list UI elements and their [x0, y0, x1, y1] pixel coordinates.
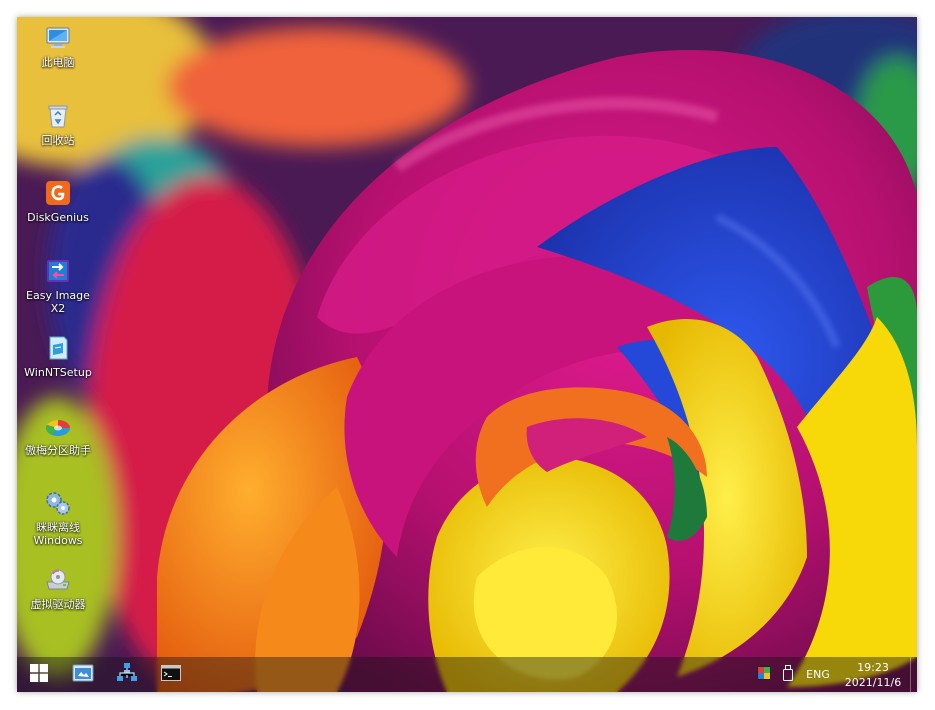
clock-time: 19:23	[857, 660, 889, 674]
tray-usb-drive-button[interactable]	[776, 657, 800, 692]
language-indicator[interactable]: ENG	[800, 657, 836, 692]
tray-color-display-button[interactable]	[752, 657, 776, 692]
desktop-icon-easy-image-x2[interactable]: Easy Image X2	[18, 257, 98, 315]
easy-image-icon	[44, 257, 72, 285]
clock[interactable]: 19:23 2021/11/6	[836, 657, 910, 692]
clock-date: 2021/11/6	[844, 675, 902, 689]
command-prompt-icon	[161, 664, 181, 685]
system-tray: ENG 19:23 2021/11/6	[752, 657, 917, 692]
desktop-icon-offline-windows[interactable]: 眯眯离线 Windows	[18, 489, 98, 547]
taskbar-network-tool-button[interactable]	[105, 657, 149, 692]
desktop-icon-label: WinNTSetup	[24, 366, 92, 379]
show-desktop-button[interactable]	[910, 657, 917, 692]
start-button[interactable]	[17, 657, 61, 692]
desktop-icon-label: 此电脑	[41, 56, 75, 69]
file-explorer-icon	[72, 663, 94, 687]
desktop-icon-label: Easy Image X2	[26, 289, 90, 315]
desktop-icon-label: 眯眯离线 Windows	[33, 521, 83, 547]
desktop-icon-aomei-partition[interactable]: 傲梅分区助手	[18, 412, 98, 457]
taskbar: ENG 19:23 2021/11/6	[17, 657, 917, 692]
desktop-icon-label: 傲梅分区助手	[25, 444, 91, 457]
winntsetup-icon	[44, 334, 72, 362]
desktop-screen: 此电脑 回收站 DiskGenius Easy Image X2 WinNTSe…	[17, 17, 917, 692]
color-display-icon	[757, 666, 771, 683]
this-pc-icon	[44, 24, 72, 52]
desktop-icon-this-pc[interactable]: 此电脑	[18, 24, 98, 69]
desktop-icon-diskgenius[interactable]: DiskGenius	[18, 179, 98, 224]
taskbar-file-explorer-button[interactable]	[61, 657, 105, 692]
desktop-icon-label: 回收站	[41, 134, 75, 147]
taskbar-command-prompt-button[interactable]	[149, 657, 193, 692]
desktop-icon-winntsetup[interactable]: WinNTSetup	[18, 334, 98, 379]
wallpaper-rose-image	[17, 17, 917, 692]
gears-icon	[44, 489, 72, 517]
recycle-bin-icon	[44, 102, 72, 130]
aomei-partition-icon	[44, 412, 72, 440]
desktop-icon-label: 虚拟驱动器	[30, 598, 86, 611]
desktop-icon-column: 此电脑 回收站 DiskGenius Easy Image X2 WinNTSe…	[17, 17, 99, 657]
desktop-icon-virtual-drive[interactable]: 虚拟驱动器	[18, 566, 98, 611]
diskgenius-icon	[44, 179, 72, 207]
virtual-drive-icon	[44, 566, 72, 594]
desktop-icon-label: DiskGenius	[27, 211, 89, 224]
usb-drive-icon	[783, 665, 793, 684]
desktop-icon-recycle-bin[interactable]: 回收站	[18, 102, 98, 147]
network-tool-icon	[116, 662, 138, 688]
windows-logo-icon	[30, 663, 48, 686]
